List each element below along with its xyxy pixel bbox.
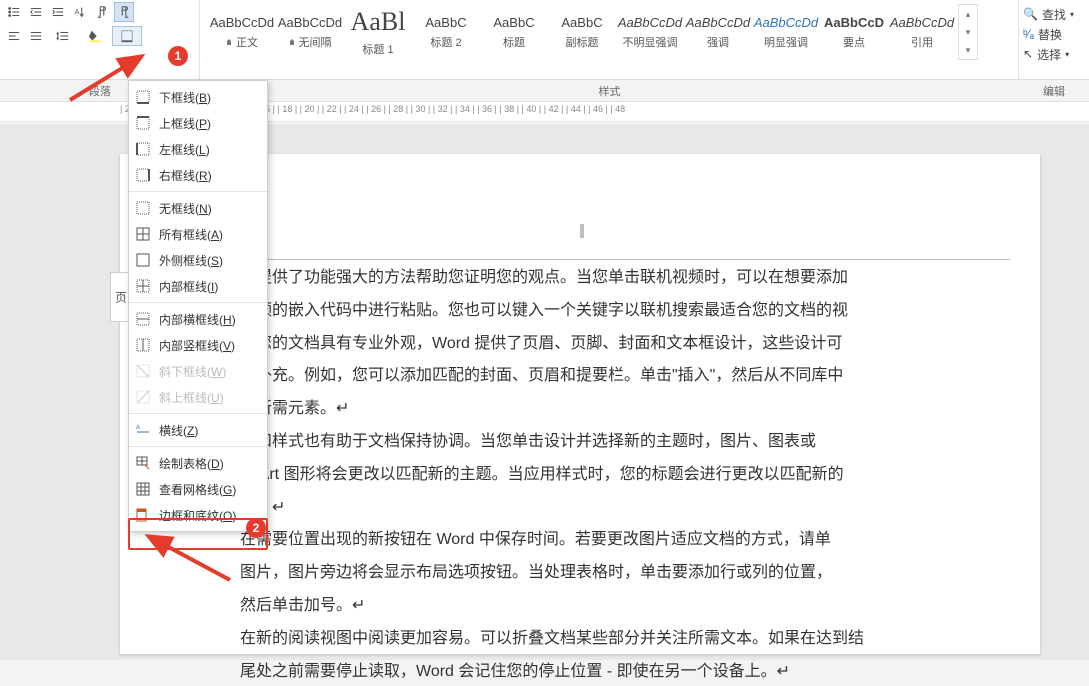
callout-badge-1: 1 bbox=[168, 46, 188, 66]
align-left-icon[interactable] bbox=[4, 26, 24, 46]
callout-badge-2: 2 bbox=[246, 518, 266, 538]
style-tile[interactable]: AaBbCcD 要点 bbox=[820, 4, 888, 60]
menu-top-border[interactable]: 上框线(P) bbox=[129, 110, 267, 136]
menu-view-gridlines[interactable]: 查看网格线(G) bbox=[129, 476, 267, 502]
style-preview: AaBbCcDd bbox=[618, 15, 682, 30]
style-tile[interactable]: AaBbCcDd 正文 bbox=[208, 4, 276, 60]
styles-gallery: AaBbCcDd正文AaBbCcDd无间隔AaBl标题 1AaBbC标题 2Aa… bbox=[200, 0, 1019, 79]
bullet-list-icon[interactable] bbox=[4, 2, 24, 22]
borders-dropdown: 下框线(B) 上框线(P) 左框线(L) 右框线(R) 无框线(N) 所有框线(… bbox=[128, 80, 268, 532]
body-text: 在新的阅读视图中阅读更加容易。可以折叠文档某些部分并关注所需文本。如果在达到结 bbox=[240, 625, 1010, 654]
svg-text:A: A bbox=[75, 9, 80, 16]
menu-inside-vertical[interactable]: 内部竖框线(V) bbox=[129, 332, 267, 358]
style-preview: AaBbCcDd bbox=[686, 15, 750, 30]
style-label: 标题 2 bbox=[430, 34, 461, 50]
shading-icon[interactable] bbox=[80, 26, 110, 46]
indent-increase-icon[interactable] bbox=[48, 2, 68, 22]
chevron-down-icon[interactable]: ▾ bbox=[959, 23, 977, 41]
style-label: 标题 bbox=[503, 34, 525, 50]
menu-outside-borders[interactable]: 外侧框线(S) bbox=[129, 247, 267, 273]
style-preview: AaBbCcDd bbox=[278, 15, 342, 30]
replace-button[interactable]: ᵇ⁄ₐ替换 bbox=[1023, 24, 1085, 44]
styles-expand-icon[interactable]: ▾ bbox=[959, 41, 977, 59]
rtl-icon[interactable] bbox=[114, 2, 134, 22]
style-tile[interactable]: AaBl 标题 1 bbox=[344, 4, 412, 60]
style-tile[interactable]: AaBbCcDd 引用 bbox=[888, 4, 956, 60]
menu-bottom-border[interactable]: 下框线(B) bbox=[129, 84, 267, 110]
style-label: 强调 bbox=[707, 34, 729, 50]
style-label: 引用 bbox=[911, 34, 933, 50]
style-tile[interactable]: AaBbCcDd 不明显强调 bbox=[616, 4, 684, 60]
paragraph-group: A bbox=[0, 0, 200, 79]
menu-inside-horizontal[interactable]: 内部横框线(H) bbox=[129, 306, 267, 332]
chevron-up-icon[interactable]: ▴ bbox=[959, 5, 977, 23]
header-anchor-icon bbox=[580, 224, 584, 238]
menu-all-borders[interactable]: 所有框线(A) bbox=[129, 221, 267, 247]
find-button[interactable]: 🔍查找▾ bbox=[1023, 4, 1085, 24]
styles-label: 样式 bbox=[200, 83, 1019, 99]
style-preview: AaBbCcDd bbox=[890, 15, 954, 30]
select-button[interactable]: ↖选择▾ bbox=[1023, 44, 1085, 64]
search-icon: 🔍 bbox=[1023, 7, 1038, 21]
line-spacing-icon[interactable] bbox=[48, 26, 78, 46]
style-preview: AaBl bbox=[351, 7, 406, 37]
style-label: 无间隔 bbox=[289, 34, 332, 50]
menu-diagonal-down: 斜下框线(W) bbox=[129, 358, 267, 384]
style-tile[interactable]: AaBbC 标题 bbox=[480, 4, 548, 60]
styles-scroll[interactable]: ▴ ▾ ▾ bbox=[958, 4, 978, 60]
menu-right-border[interactable]: 右框线(R) bbox=[129, 162, 267, 188]
style-tile[interactable]: AaBbCcDd 无间隔 bbox=[276, 4, 344, 60]
style-label: 正文 bbox=[226, 34, 258, 50]
style-label: 标题 1 bbox=[362, 41, 393, 57]
sort-icon[interactable]: A bbox=[70, 2, 90, 22]
style-label: 要点 bbox=[843, 34, 865, 50]
indent-decrease-icon[interactable] bbox=[26, 2, 46, 22]
header-separator bbox=[150, 259, 1010, 260]
editing-group: 🔍查找▾ ᵇ⁄ₐ替换 ↖选择▾ bbox=[1019, 0, 1089, 79]
style-preview: AaBbCcDd bbox=[210, 15, 274, 30]
style-preview: AaBbC bbox=[493, 15, 534, 30]
style-label: 明显强调 bbox=[764, 34, 808, 50]
menu-left-border[interactable]: 左框线(L) bbox=[129, 136, 267, 162]
body-text: 视频的嵌入代码中进行粘贴。您也可以键入一个关键字以联机搜索最适合您的文档的视 bbox=[240, 297, 1010, 326]
style-preview: AaBbCcDd bbox=[754, 15, 818, 30]
style-tile[interactable]: AaBbC 副标题 bbox=[548, 4, 616, 60]
body-text: 的补充。例如，您可以添加匹配的封面、页眉和提要栏。单击"插入"，然后从不同库中 bbox=[240, 362, 1010, 391]
style-preview: AaBbC bbox=[425, 15, 466, 30]
style-preview: AaBbC bbox=[561, 15, 602, 30]
svg-text:A: A bbox=[136, 425, 140, 431]
menu-no-border[interactable]: 无框线(N) bbox=[129, 195, 267, 221]
menu-horizontal-line[interactable]: A横线(Z) bbox=[129, 417, 267, 443]
style-tile[interactable]: AaBbC 标题 2 bbox=[412, 4, 480, 60]
style-preview: AaBbCcD bbox=[824, 15, 884, 30]
body-text: 题。↵ bbox=[240, 494, 1010, 523]
borders-button[interactable] bbox=[112, 26, 142, 46]
body-text: artArt 图形将会更改以匹配新的主题。当应用样式时，您的标题会进行更改以匹配… bbox=[240, 461, 1010, 490]
menu-draw-table[interactable]: 绘制表格(D) bbox=[129, 450, 267, 476]
style-label: 副标题 bbox=[566, 34, 599, 50]
ltr-icon[interactable] bbox=[92, 2, 112, 22]
body-text: 题和样式也有助于文档保持协调。当您单击设计并选择新的主题时，图片、图表或 bbox=[240, 428, 1010, 457]
body-text: 尾处之前需要停止读取，Word 会记住您的停止位置 - 即使在另一个设备上。↵ bbox=[240, 658, 1010, 686]
body-text: 使您的文档具有专业外观，Word 提供了页眉、页脚、封面和文本框设计，这些设计可 bbox=[240, 330, 1010, 359]
cursor-icon: ↖ bbox=[1023, 47, 1033, 61]
body-text: 在需要位置出现的新按钮在 Word 中保存时间。若要更改图片适应文档的方式，请单 bbox=[240, 526, 1010, 555]
style-tile[interactable]: AaBbCcDd 明显强调 bbox=[752, 4, 820, 60]
replace-icon: ᵇ⁄ₐ bbox=[1023, 27, 1034, 41]
body-text: 频提供了功能强大的方法帮助您证明您的观点。当您单击联机视频时，可以在想要添加 bbox=[240, 264, 1010, 293]
style-label: 不明显强调 bbox=[623, 34, 678, 50]
edit-label: 编辑 bbox=[1019, 83, 1089, 99]
align-justify-icon[interactable] bbox=[26, 26, 46, 46]
menu-diagonal-up: 斜上框线(U) bbox=[129, 384, 267, 410]
body-text: 然后单击加号。↵ bbox=[240, 592, 1010, 621]
style-tile[interactable]: AaBbCcDd 强调 bbox=[684, 4, 752, 60]
menu-inside-borders[interactable]: 内部框线(I) bbox=[129, 273, 267, 299]
body-text: 择所需元素。↵ bbox=[240, 395, 1010, 424]
body-text: 图片，图片旁边将会显示布局选项按钮。当处理表格时，单击要添加行或列的位置， bbox=[240, 559, 1010, 588]
